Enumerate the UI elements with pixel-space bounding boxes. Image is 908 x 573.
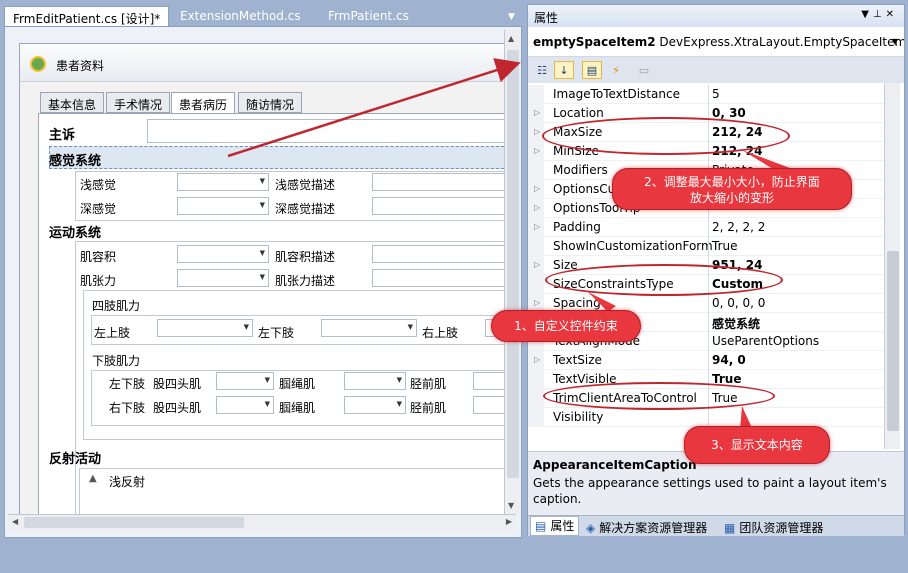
textvisible-highlight-ring	[543, 382, 775, 410]
callout-two-line1: 2、调整最大最小大小，防止界面	[644, 175, 820, 189]
callout-one-pointer	[588, 292, 616, 312]
maxsize-highlight-ring	[542, 117, 790, 155]
callout-two-line2: 放大缩小的变形	[689, 191, 774, 205]
callout-one: 1、自定义控件约束	[491, 310, 641, 342]
annotation-arrow	[227, 58, 521, 158]
callout-two: 2、调整最大最小大小，防止界面 放大缩小的变形	[612, 168, 852, 210]
callout-three: 3、显示文本内容	[684, 426, 830, 464]
sizeconstraints-highlight-ring	[545, 264, 783, 296]
